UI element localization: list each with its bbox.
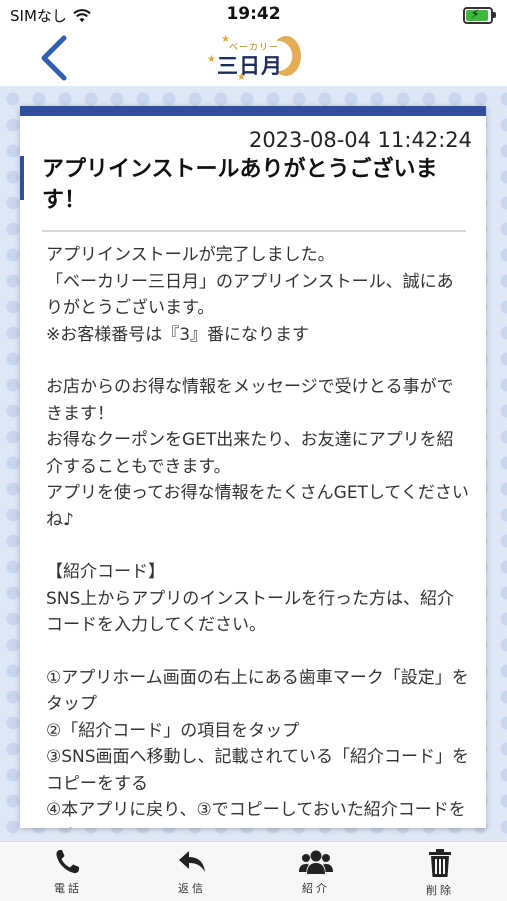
logo-text: 三日月 [217, 54, 283, 78]
message-card: 2023-08-04 11:42:24 アプリインストールありがとうございます！… [20, 106, 486, 828]
title-accent-bar [20, 156, 24, 200]
card-header-bar [20, 106, 486, 116]
phone-icon [56, 850, 79, 874]
body-line: ※お客様番号は『3』番になります [46, 324, 310, 345]
app-logo: ★ ★ ★ ベーカリー 三日月 [195, 32, 315, 84]
body-line: アプリを使ってお得な情報をたくさんGETしてくださいね♪ [46, 483, 469, 530]
body-line: SNS上からアプリのインストールを行った方は、紹介コードを入力してください。 [46, 588, 454, 636]
title-divider [42, 230, 466, 232]
reply-icon [179, 851, 205, 872]
body-line: 「ベーカリー三日月」のアプリインストール、誠にありがとうございます。 [46, 271, 454, 319]
body-line: ③SNS画面へ移動し、記載されている「紹介コード」をコピーをする [46, 747, 470, 794]
tab-label-phone: 電話 [54, 882, 82, 895]
battery-icon: ⚡ [463, 7, 496, 24]
body-line: アプリインストールが完了しました。 [46, 245, 335, 265]
tab-label-delete: 削除 [426, 884, 454, 897]
message-date: 2023-08-04 11:42:24 [248, 128, 472, 152]
tab-delete[interactable]: 削除 [400, 848, 480, 898]
charging-bolt-icon: ⚡ [471, 7, 480, 21]
body-line: お得なクーポンをGET出来たり、お友達にアプリを紹介することもできます。 [46, 430, 454, 477]
body-line: ①アプリホーム画面の右上にある歯車マーク「設定」をタップ [46, 667, 469, 715]
body-line: 【紹介コード】 [46, 562, 165, 582]
nav-bar: ★ ★ ★ ベーカリー 三日月 [0, 30, 507, 86]
tab-phone[interactable]: 電話 [28, 848, 108, 896]
body-line: ②「紹介コード」の項目をタップ [46, 720, 300, 741]
status-bar: SIMなし 19:42 ⚡ [0, 0, 507, 30]
body-line: お店からのお得な情報をメッセージで受けとる事ができます！ [46, 377, 454, 424]
tab-label-reply: 返信 [178, 882, 206, 895]
message-title: アプリインストールありがとうございます！ [42, 157, 438, 213]
tab-label-refer: 紹介 [302, 882, 330, 895]
trash-icon [429, 849, 451, 877]
body-line: ④本アプリに戻り、③でコピーしておいた紹介コードを入力する [46, 800, 466, 828]
users-icon [299, 850, 333, 874]
chevron-left-icon [41, 35, 67, 81]
tab-refer[interactable]: 紹介 [276, 848, 356, 896]
status-time: 19:42 [226, 4, 281, 24]
bottom-tab-bar: 電話 返信 紹介 削除 [0, 841, 507, 901]
star-icon: ★ [207, 54, 216, 65]
tab-reply[interactable]: 返信 [152, 848, 232, 896]
back-button[interactable] [34, 32, 74, 84]
message-body: アプリインストールが完了しました。「ベーカリー三日月」のアプリインストール、誠に… [46, 242, 470, 828]
